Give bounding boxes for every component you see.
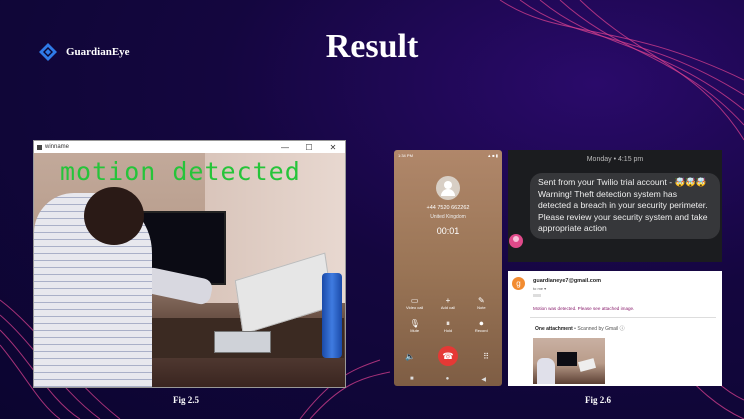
caller-number: +44 7520 662262 xyxy=(426,205,470,211)
attachment-thumbnail[interactable] xyxy=(533,338,605,384)
email-body: Motion was detected. Please see attached… xyxy=(533,306,635,311)
button-label: Record xyxy=(474,328,488,333)
mute-icon: 🎙 xyxy=(409,319,420,328)
sms-message-bubble[interactable]: Sent from your Twilio trial account - 🤯🤯… xyxy=(530,173,720,239)
minimize-button[interactable]: — xyxy=(273,143,297,152)
phone-status-bar: 1:34 PM ▲ ■ ▮ xyxy=(394,150,502,161)
note-icon: ✎ xyxy=(477,296,485,305)
sender-avatar-icon xyxy=(509,234,523,248)
attachment-header: One attachment • Scanned by Gmail ⓘ xyxy=(535,325,625,332)
hold-button[interactable]: ⏸ Hold xyxy=(431,319,464,333)
call-bottom-controls: 🔈 ☎ ⠿ xyxy=(398,346,498,366)
call-actions: ▭ Video call + Add call ✎ Note 🎙 Mute ⏸ Hold … xyxy=(398,296,498,333)
button-label: Video call xyxy=(406,305,424,310)
video-icon: ▭ xyxy=(410,296,419,305)
hang-up-button[interactable]: ☎ xyxy=(438,346,458,366)
add-call-icon: + xyxy=(445,296,451,305)
circuit-board xyxy=(214,331,271,353)
mute-button[interactable]: 🎙 Mute xyxy=(398,319,431,333)
speaker-icon[interactable]: 🔈 xyxy=(398,352,422,361)
attachment-title: One attachment xyxy=(535,326,573,332)
camera-window: winname — ☐ ✕ motion detected xyxy=(33,140,346,388)
record-icon: ⏺ xyxy=(479,319,484,328)
recents-nav-button[interactable]: ■ xyxy=(410,376,414,383)
water-bottle xyxy=(322,273,342,358)
button-label: Hold xyxy=(443,328,453,333)
motion-overlay-text: motion detected xyxy=(60,157,301,186)
sender-avatar: g xyxy=(512,277,525,290)
phone-nav-bar: ■ ● ◀ xyxy=(394,376,502,383)
email-details-collapsed[interactable] xyxy=(533,294,541,297)
email-sender: guardianeye7@gmail.com xyxy=(533,278,602,284)
back-nav-button[interactable]: ◀ xyxy=(481,376,486,383)
add-call-button[interactable]: + Add call xyxy=(431,296,464,310)
status-icons: ▲ ■ ▮ xyxy=(487,153,498,158)
close-button[interactable]: ✕ xyxy=(321,143,345,152)
phone-call-screen: 1:34 PM ▲ ■ ▮ +44 7520 662262 United Kin… xyxy=(394,150,502,386)
sms-timestamp: Monday • 4:15 pm xyxy=(586,156,644,163)
home-nav-button[interactable]: ● xyxy=(446,376,450,383)
email-recipients-toggle[interactable]: to me ▾ xyxy=(533,286,546,291)
caller-avatar-icon xyxy=(436,176,460,200)
divider xyxy=(530,317,716,318)
button-label: Note xyxy=(477,305,486,310)
caption-fig-2-5: Fig 2.5 xyxy=(173,395,199,405)
phone-icon: ☎ xyxy=(442,350,454,361)
status-time: 1:34 PM xyxy=(398,153,413,158)
sms-screen: Monday • 4:15 pm Sent from your Twilio t… xyxy=(508,150,722,262)
camera-feed: motion detected xyxy=(34,153,345,387)
slide-title: Result xyxy=(325,28,419,65)
maximize-button[interactable]: ☐ xyxy=(297,143,321,152)
person xyxy=(34,187,152,387)
call-timer: 00:01 xyxy=(436,226,460,236)
window-app-icon xyxy=(37,144,42,150)
window-titlebar[interactable]: winname — ☐ ✕ xyxy=(34,141,345,153)
attachment-scan-note: • Scanned by Gmail ⓘ xyxy=(572,326,625,332)
video-call-button[interactable]: ▭ Video call xyxy=(398,296,431,310)
email-screen: g guardianeye7@gmail.com to me ▾ Motion … xyxy=(508,271,722,386)
window-title: winname xyxy=(45,144,70,150)
caller-country: United Kingdom xyxy=(430,214,466,220)
button-label: Add call xyxy=(440,305,456,310)
note-button[interactable]: ✎ Note xyxy=(465,296,498,310)
record-button[interactable]: ⏺ Record xyxy=(465,319,498,333)
caption-fig-2-6: Fig 2.6 xyxy=(585,395,611,405)
button-label: Mute xyxy=(410,328,420,333)
keypad-icon[interactable]: ⠿ xyxy=(474,352,498,361)
hold-icon: ⏸ xyxy=(445,319,450,328)
